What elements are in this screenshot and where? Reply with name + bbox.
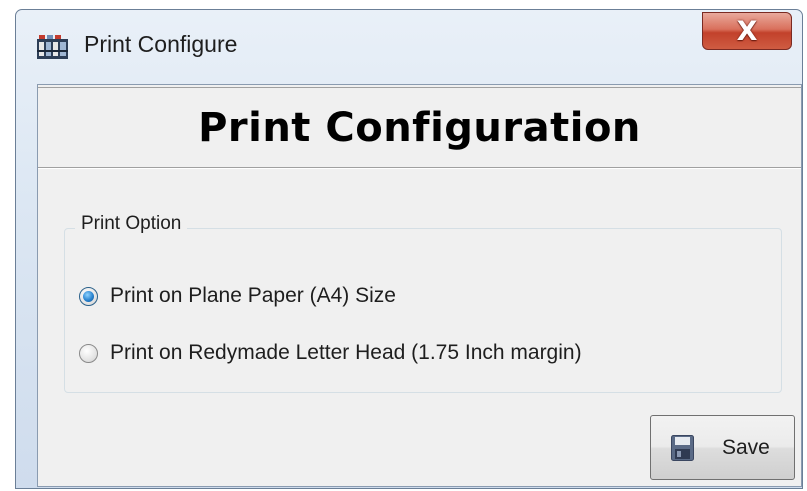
save-label: Save: [722, 435, 770, 459]
close-button[interactable]: X: [702, 12, 792, 50]
radio-plane-paper[interactable]: Print on Plane Paper (A4) Size: [79, 284, 396, 308]
app-logo-icon: [37, 33, 68, 59]
close-icon: X: [736, 15, 758, 47]
title-bar[interactable]: Print Configure X: [16, 10, 802, 84]
window-title: Print Configure: [84, 31, 238, 57]
page-title: Print Configuration: [198, 105, 641, 151]
group-legend: Print Option: [75, 213, 188, 235]
radio-label-plane-paper: Print on Plane Paper (A4) Size: [110, 284, 396, 307]
radio-label-letter-head: Print on Redymade Letter Head (1.75 Inch…: [110, 341, 582, 364]
client-area: Print Configuration Print Option Print o…: [37, 84, 802, 487]
save-button[interactable]: Save: [650, 415, 795, 480]
header-panel: Print Configuration: [38, 87, 801, 169]
radio-button-checked[interactable]: [79, 286, 98, 306]
floppy-disk-icon: [671, 434, 694, 461]
radio-button-unchecked[interactable]: [79, 343, 98, 363]
radio-letter-head[interactable]: Print on Redymade Letter Head (1.75 Inch…: [79, 341, 582, 365]
print-option-group: Print Option Print on Plane Paper (A4) S…: [64, 213, 782, 393]
print-configure-window: Print Configure X Print Configuration Pr…: [15, 9, 803, 489]
